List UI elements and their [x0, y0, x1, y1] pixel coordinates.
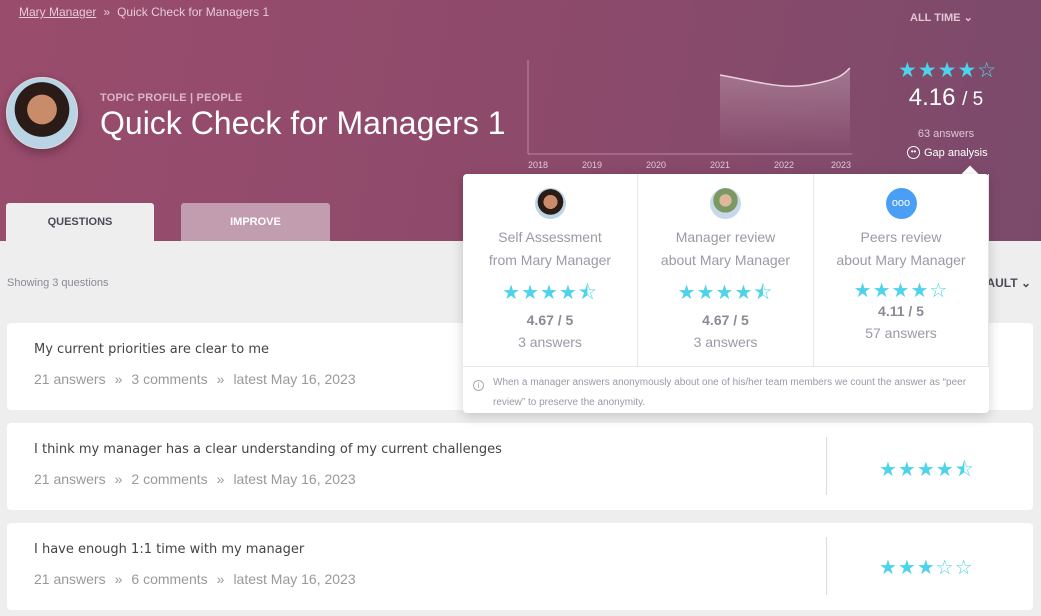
- column-title: Peers review: [860, 229, 942, 245]
- page-title: Quick Check for Managers 1: [100, 105, 506, 141]
- latest-date: latest May 16, 2023: [233, 371, 356, 387]
- x-tick: 2022: [774, 160, 794, 170]
- trend-area: [720, 68, 850, 154]
- x-tick: 2021: [710, 160, 730, 170]
- anonymity-note: When a manager answers anonymously about…: [493, 377, 967, 408]
- answers-count: 63 answers: [917, 128, 975, 140]
- column-subtitle: about Mary Manager: [660, 252, 791, 268]
- info-icon: i: [473, 380, 484, 391]
- page-subtitle: TOPIC PROFILE | PEOPLE: [100, 92, 243, 104]
- question-meta: 21 answers» 2 comments» latest May 16, 202…: [34, 471, 356, 487]
- x-tick: 2018: [528, 160, 548, 170]
- comments-link[interactable]: 6 comments: [131, 571, 207, 587]
- rating-score: 4.67 / 5: [526, 312, 574, 328]
- avatar: [710, 188, 741, 219]
- question-text: My current priorities are clear to me: [34, 342, 270, 357]
- avatar: [6, 77, 78, 149]
- score-max: / 5: [962, 89, 984, 110]
- x-tick: 2023: [831, 160, 851, 170]
- showing-count: Showing 3 questions: [7, 277, 109, 289]
- gap-column-self: Self Assessment from Mary Manager ★★★★⯪ …: [463, 174, 638, 366]
- gap-column-peers: ooo Peers review about Mary Manager ★★★★…: [814, 174, 989, 366]
- gap-analysis-label: Gap analysis: [924, 146, 988, 159]
- latest-date: latest May 16, 2023: [233, 571, 356, 587]
- question-card[interactable]: I have enough 1:1 time with my manager 2…: [7, 523, 1033, 610]
- x-tick: 2020: [646, 160, 666, 170]
- column-title: Manager review: [675, 229, 776, 245]
- question-text: I think my manager has a clear understan…: [34, 442, 502, 457]
- breadcrumb-current: Quick Check for Managers 1: [117, 5, 270, 19]
- comments-link[interactable]: 3 comments: [131, 371, 207, 387]
- period-label: ALL TIME: [910, 12, 961, 24]
- gap-column-manager: Manager review about Mary Manager ★★★★⯪ …: [638, 174, 814, 366]
- popup-footer: i When a manager answers anonymously abo…: [463, 366, 989, 413]
- gap-analysis-icon: ••: [907, 146, 920, 159]
- tab-improve[interactable]: IMPROVE: [181, 203, 330, 241]
- breadcrumb: Mary Manager » Quick Check for Managers 1: [19, 5, 269, 19]
- question-meta: 21 answers» 3 comments» latest May 16, 202…: [34, 371, 356, 387]
- gap-analysis-button[interactable]: •• Gap analysis: [907, 146, 988, 159]
- gap-analysis-popup: Self Assessment from Mary Manager ★★★★⯪ …: [463, 174, 989, 413]
- rating-stars: ★★★★⯪: [502, 282, 598, 304]
- question-meta: 21 answers» 6 comments» latest May 16, 202…: [34, 571, 356, 587]
- question-card[interactable]: I think my manager has a clear understan…: [7, 423, 1033, 510]
- rating-score: 4.67 / 5: [702, 312, 749, 328]
- answers-count: 3 answers: [518, 334, 582, 350]
- divider: [826, 537, 827, 595]
- chevron-down-icon: ⌄: [963, 12, 973, 24]
- rating-stars: ★★★★☆: [853, 280, 949, 302]
- latest-date: latest May 16, 2023: [233, 471, 356, 487]
- answers-count: 21 answers: [34, 371, 106, 387]
- question-text: I have enough 1:1 time with my manager: [34, 542, 305, 557]
- column-subtitle: about Mary Manager: [836, 252, 966, 268]
- comments-link[interactable]: 2 comments: [131, 471, 207, 487]
- tab-questions[interactable]: QUESTIONS: [6, 203, 154, 241]
- rating-stars: ★★★★⯪: [677, 282, 774, 304]
- breadcrumb-parent-link[interactable]: Mary Manager: [19, 5, 96, 19]
- trend-chart: 2018 2019 2020 2021 2022 2023: [527, 60, 852, 170]
- divider: [826, 437, 827, 495]
- overall-score: 4.16 / 5: [898, 84, 994, 112]
- period-dropdown[interactable]: ALL TIME ⌄: [910, 11, 973, 24]
- peers-icon: ooo: [885, 188, 917, 219]
- overall-rating-stars: ★★★★☆: [898, 59, 998, 82]
- answers-count: 3 answers: [693, 334, 758, 350]
- answers-count: 21 answers: [34, 571, 106, 587]
- answers-count: 21 answers: [34, 471, 106, 487]
- chevron-down-icon: ⌄: [1020, 276, 1031, 290]
- answers-count: 57 answers: [865, 325, 937, 341]
- question-rating-stars: ★★★☆☆: [879, 557, 974, 579]
- avatar: [534, 188, 566, 219]
- breadcrumb-separator: »: [103, 5, 111, 19]
- x-tick: 2019: [582, 160, 602, 170]
- question-rating-stars: ★★★★⯪: [879, 459, 975, 481]
- rating-score: 4.11 / 5: [878, 303, 924, 319]
- score-value: 4.16: [908, 84, 956, 111]
- column-subtitle: from Mary Manager: [488, 252, 612, 268]
- column-title: Self Assessment: [498, 229, 602, 245]
